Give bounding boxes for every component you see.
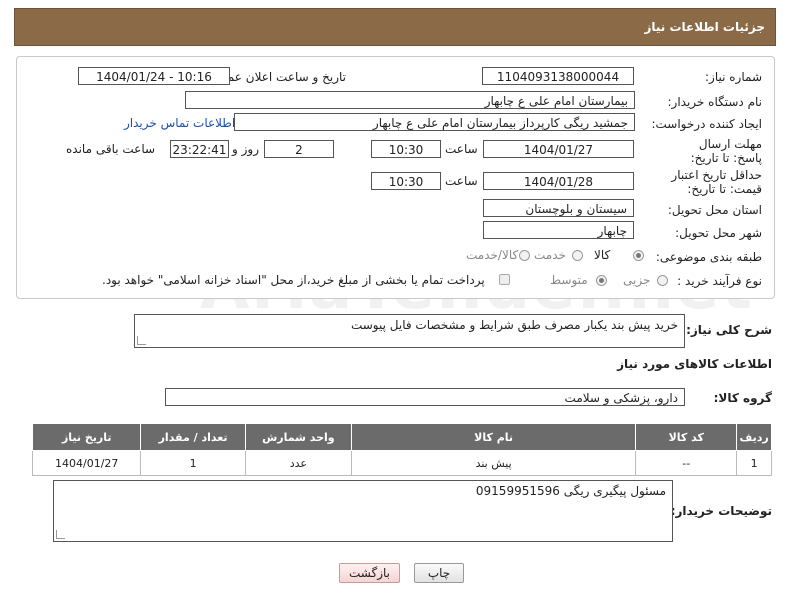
cell-qty: 1	[140, 450, 246, 476]
back-button[interactable]: بازگشت	[339, 563, 400, 583]
goods-group-field[interactable]: دارو، پزشکی و سلامت	[165, 388, 685, 406]
goods-table: ردیف کد کالا نام کالا واحد شمارش تعداد /…	[31, 423, 772, 476]
announce-datetime-field[interactable]: 1404/01/24 - 10:16	[78, 67, 230, 85]
col-row: ردیف	[736, 423, 772, 451]
province-field[interactable]: سیستان و بلوچستان	[483, 199, 634, 217]
deadline-time-field[interactable]: 10:30	[371, 140, 441, 158]
page-header: جزئیات اطلاعات نیاز	[14, 8, 776, 46]
category-label: طبقه بندی موضوعی:	[655, 250, 762, 264]
treasury-payment-checkbox[interactable]	[499, 274, 510, 285]
category-radio-goods[interactable]	[633, 250, 644, 261]
process-label: نوع فرآیند خرید :	[677, 274, 762, 288]
category-option-service: خدمت	[534, 248, 566, 262]
category-option-goods: کالا	[594, 248, 611, 262]
remaining-label: ساعت باقی مانده	[66, 142, 156, 156]
need-number-field[interactable]: 1104093138000044	[482, 67, 634, 85]
page-title: جزئیات اطلاعات نیاز	[644, 20, 765, 34]
validity-date-field[interactable]: 1404/01/28	[483, 172, 634, 190]
deadline-label: مهلت ارسال پاسخ: تا تاریخ:	[690, 137, 762, 165]
process-radio-medium[interactable]	[596, 275, 607, 286]
description-field[interactable]: خرید پیش بند یکبار مصرف طبق شرایط و مشخص…	[134, 314, 685, 348]
days-field[interactable]: 2	[264, 140, 334, 158]
col-code: کد کالا	[635, 423, 738, 451]
city-field[interactable]: چابهار	[483, 221, 634, 239]
days-label: روز و	[232, 142, 259, 156]
cell-unit: عدد	[244, 450, 353, 476]
cell-date: 1404/01/27	[31, 450, 142, 476]
deadline-time-label: ساعت	[445, 142, 478, 156]
process-option-minor: جزیی	[623, 273, 651, 287]
province-label: استان محل تحویل:	[667, 203, 762, 217]
validity-time-label: ساعت	[445, 174, 478, 188]
resize-grip-icon[interactable]	[56, 530, 65, 539]
buyer-org-label: نام دستگاه خریدار:	[667, 95, 763, 109]
goods-group-label: گروه کالا:	[713, 391, 772, 405]
buyer-org-field[interactable]: بیمارستان امام علی ع چابهار	[185, 91, 635, 109]
table-row[interactable]: 1 -- پیش بند عدد 1 1404/01/27	[31, 450, 772, 476]
validity-label: حداقل تاریخ اعتبار قیمت: تا تاریخ:	[671, 168, 762, 196]
city-label: شهر محل تحویل:	[675, 226, 762, 240]
treasury-payment-note: پرداخت تمام یا بخشی از مبلغ خرید،از محل …	[102, 273, 485, 287]
validity-time-field[interactable]: 10:30	[371, 172, 441, 190]
buyer-notes-label: توضیحات خریدار:	[670, 504, 772, 518]
cell-name: پیش بند	[350, 450, 637, 476]
category-radio-goods-service[interactable]	[519, 250, 530, 261]
col-qty: تعداد / مقدار	[140, 423, 246, 451]
col-unit: واحد شمارش	[244, 423, 353, 451]
need-number-label: شماره نیاز:	[705, 70, 762, 84]
category-option-goods-service: کالا/خدمت	[466, 248, 519, 262]
process-option-medium: متوسط	[550, 273, 588, 287]
goods-section-title: اطلاعات کالاهای مورد نیاز	[617, 357, 772, 371]
cell-row: 1	[736, 450, 772, 476]
creator-label: ایجاد کننده درخواست:	[651, 117, 762, 131]
resize-grip-icon[interactable]	[137, 336, 146, 345]
goods-table-header: ردیف کد کالا نام کالا واحد شمارش تعداد /…	[31, 423, 772, 451]
description-label: شرح کلی نیاز:	[686, 323, 772, 337]
buyer-contact-link[interactable]: اطلاعات تماس خریدار	[124, 116, 235, 130]
print-button[interactable]: چاپ	[414, 563, 464, 583]
col-date: تاریخ نیاز	[31, 423, 142, 451]
creator-field[interactable]: جمشید ریگی کارپرداز بیمارستان امام علی ع…	[234, 113, 635, 131]
deadline-date-field[interactable]: 1404/01/27	[483, 140, 634, 158]
remaining-time-field[interactable]: 23:22:41	[170, 140, 229, 158]
col-name: نام کالا	[350, 423, 637, 451]
category-radio-service[interactable]	[572, 250, 583, 261]
cell-code: --	[635, 450, 738, 476]
description-text: خرید پیش بند یکبار مصرف طبق شرایط و مشخص…	[350, 318, 678, 332]
process-radio-minor[interactable]	[657, 275, 668, 286]
buyer-notes-field[interactable]: مسئول پیگیری ریگی 09159951596	[53, 480, 673, 542]
buyer-notes-text: مسئول پیگیری ریگی 09159951596	[475, 484, 666, 498]
